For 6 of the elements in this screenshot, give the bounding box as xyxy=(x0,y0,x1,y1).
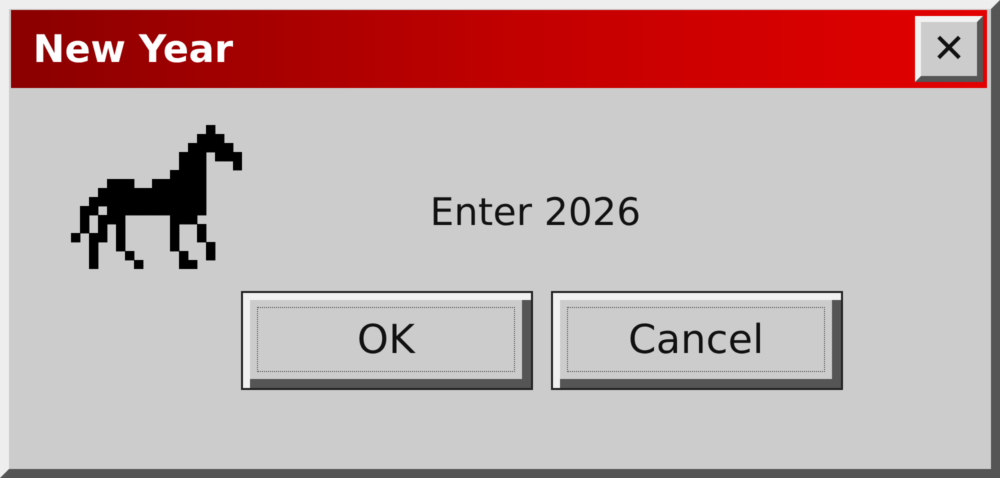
horse-icon xyxy=(71,125,242,269)
close-button[interactable]: ✕ xyxy=(915,16,983,82)
message-text: Enter 2026 xyxy=(430,190,641,234)
dialog-button[interactable]: OK xyxy=(241,291,533,390)
window-title: New Year xyxy=(33,27,234,71)
dialog-button[interactable]: Cancel xyxy=(551,291,843,390)
